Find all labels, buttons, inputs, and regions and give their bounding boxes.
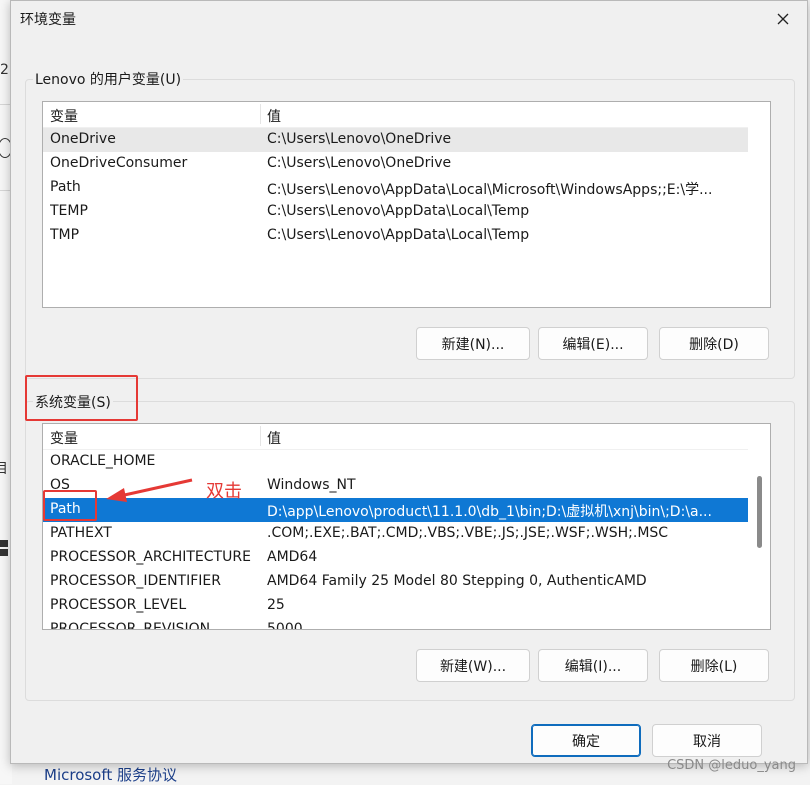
variable-name: PROCESSOR_IDENTIFIER — [50, 573, 221, 589]
variable-name: OneDriveConsumer — [50, 155, 188, 171]
list-row[interactable]: PROCESSOR_ARCHITECTURE AMD64 — [43, 546, 748, 570]
variable-value: AMD64 Family 25 Model 80 Stepping 0, Aut… — [267, 573, 647, 589]
watermark: CSDN @leduo_yang — [667, 758, 796, 773]
variable-name: PROCESSOR_ARCHITECTURE — [50, 549, 251, 565]
variable-name: TEMP — [50, 203, 88, 219]
variable-value: C:\Users\Lenovo\AppData\Local\Temp — [267, 227, 530, 243]
list-row[interactable]: PATHEXT .COM;.EXE;.BAT;.CMD;.VBS;.VBE;.JS… — [43, 522, 748, 546]
list-row[interactable]: Path C:\Users\Lenovo\AppData\Local\Micros… — [43, 176, 748, 200]
variable-value: Windows_NT — [267, 477, 356, 493]
variable-name: PROCESSOR_REVISION — [50, 621, 211, 630]
close-icon — [777, 13, 789, 25]
user-new-button[interactable]: 新建(N)... — [416, 327, 530, 360]
user-delete-button[interactable]: 删除(D) — [659, 327, 769, 360]
variable-value: 5000 — [267, 621, 303, 630]
dialog-title: 环境变量 — [20, 12, 76, 28]
ok-button[interactable]: 确定 — [531, 724, 641, 757]
variable-name: PATHEXT — [50, 525, 112, 541]
list-row[interactable]: PROCESSOR_LEVEL 25 — [43, 594, 748, 618]
list-row[interactable]: PROCESSOR_REVISION 5000 — [43, 618, 748, 630]
annotation-text: 双击 — [206, 481, 242, 502]
variable-name: OneDrive — [50, 131, 116, 147]
background-text-fragment: 目 — [0, 461, 8, 477]
column-header-value[interactable]: 值 — [267, 428, 281, 448]
list-row[interactable]: OneDrive C:\Users\Lenovo\OneDrive — [43, 128, 748, 152]
variable-value: .COM;.EXE;.BAT;.CMD;.VBS;.VBE;.JS;.JSE;.… — [267, 525, 669, 541]
list-row[interactable]: OneDriveConsumer C:\Users\Lenovo\OneDrive — [43, 152, 748, 176]
background-divider — [0, 104, 10, 105]
variable-value: C:\Users\Lenovo\OneDrive — [267, 155, 452, 171]
system-variables-list[interactable]: 变量 值 ORACLE_HOME OS Windows_NT Path D:\app\L… — [42, 423, 771, 630]
user-edit-button[interactable]: 编辑(E)... — [538, 327, 648, 360]
list-row[interactable]: TEMP C:\Users\Lenovo\AppData\Local\Temp — [43, 200, 748, 224]
annotation-box-path-row — [43, 490, 97, 521]
close-button[interactable] — [773, 9, 793, 29]
list-row[interactable]: PROCESSOR_IDENTIFIER AMD64 Family 25 Mode… — [43, 570, 748, 594]
user-variables-label: Lenovo 的用户变量(U) — [33, 69, 184, 89]
system-delete-button[interactable]: 删除(L) — [659, 649, 769, 682]
list-header: 变量 值 — [43, 424, 748, 450]
variable-value: D:\app\Lenovo\product\11.1.0\db_1\bin;D:… — [267, 504, 712, 520]
list-row[interactable]: ORACLE_HOME — [43, 450, 748, 474]
variable-name: ORACLE_HOME — [50, 453, 156, 469]
column-separator[interactable] — [260, 104, 261, 124]
background-link[interactable]: Microsoft 服务协议 — [44, 764, 177, 785]
variable-value: 25 — [267, 597, 285, 613]
list-row[interactable]: TMP C:\Users\Lenovo\AppData\Local\Temp — [43, 224, 748, 248]
column-separator[interactable] — [260, 426, 261, 446]
background-divider — [0, 190, 10, 191]
column-header-name[interactable]: 变量 — [50, 428, 78, 448]
title-bar[interactable]: 环境变量 — [11, 1, 807, 37]
system-edit-button[interactable]: 编辑(I)... — [538, 649, 648, 682]
list-header: 变量 值 — [43, 102, 748, 128]
variable-value: C:\Users\Lenovo\AppData\Local\Microsoft\… — [267, 182, 713, 198]
vertical-scrollbar-thumb[interactable] — [757, 476, 762, 548]
variable-value: C:\Users\Lenovo\OneDrive — [267, 131, 452, 147]
variable-value: AMD64 — [267, 549, 318, 565]
variable-value: C:\Users\Lenovo\AppData\Local\Temp — [267, 203, 530, 219]
variable-name: Path — [50, 179, 81, 195]
cancel-button[interactable]: 取消 — [652, 724, 762, 757]
annotation-box-system-label — [25, 375, 138, 421]
user-variables-list[interactable]: 变量 值 OneDrive C:\Users\Lenovo\OneDrive One… — [42, 101, 771, 308]
column-header-name[interactable]: 变量 — [50, 106, 78, 126]
column-header-value[interactable]: 值 — [267, 106, 281, 126]
user-variables-rows: OneDrive C:\Users\Lenovo\OneDrive OneDrive… — [43, 128, 748, 248]
variable-name: TMP — [50, 227, 80, 243]
annotation-arrow-icon — [106, 478, 193, 502]
variable-name: PROCESSOR_LEVEL — [50, 597, 187, 613]
system-new-button[interactable]: 新建(W)... — [416, 649, 530, 682]
background-text-fragment: 2 — [0, 62, 9, 78]
windows-logo-icon — [0, 540, 8, 556]
